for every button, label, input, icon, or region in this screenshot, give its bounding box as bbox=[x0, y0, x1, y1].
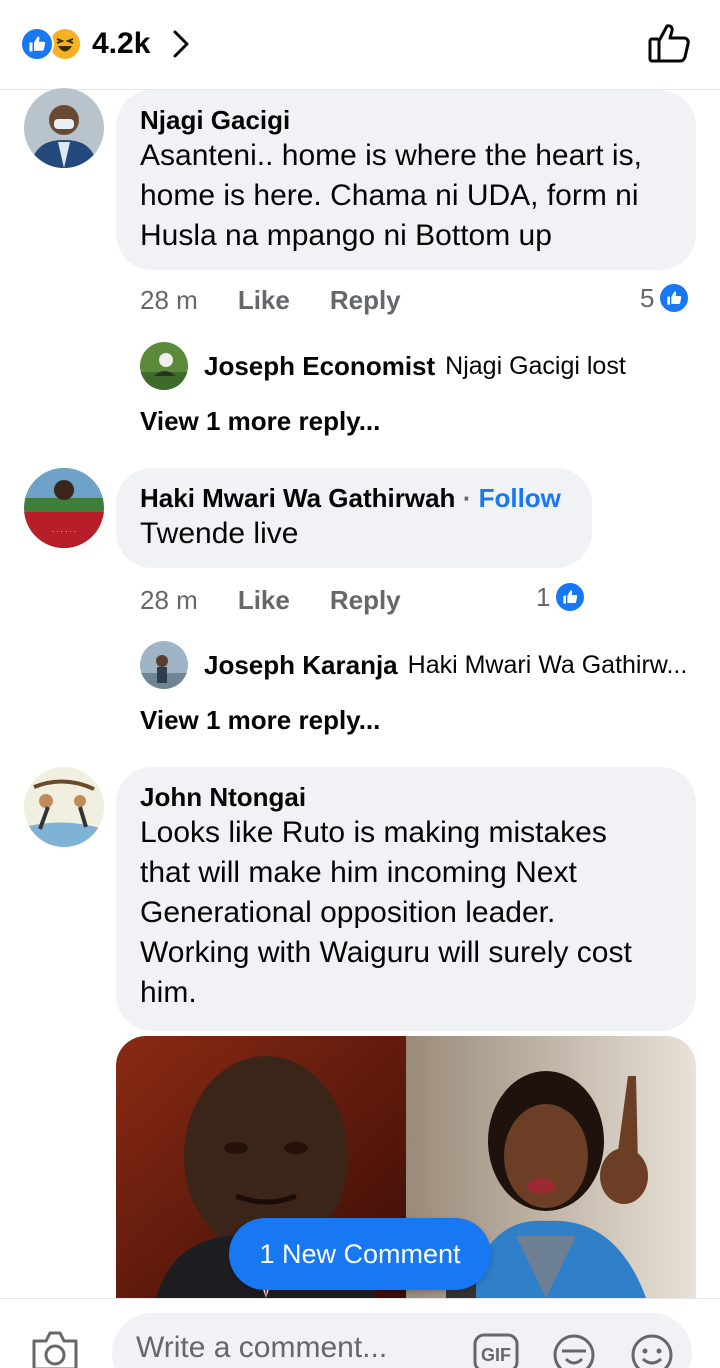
comment-text-line: home is here. Chama ni UDA, form ni bbox=[140, 179, 639, 212]
like-icon bbox=[658, 282, 691, 314]
reply-preview[interactable]: Joseph Karanja Haki Mwari Wa Gathirw... bbox=[140, 641, 687, 689]
reply-author: Joseph Economist bbox=[204, 350, 436, 381]
reply-preview[interactable]: Joseph Economist Njagi Gacigi lost bbox=[140, 342, 626, 390]
reactions-header: 4.2k bbox=[0, 0, 720, 90]
separator-dot: · bbox=[462, 483, 472, 513]
comment-text-line: Asanteni.. home is where the heart is, bbox=[140, 139, 642, 172]
like-icon bbox=[554, 581, 587, 613]
comment-time: 28 m bbox=[140, 284, 198, 315]
reaction-number: 1 bbox=[536, 581, 551, 612]
follow-button[interactable]: Follow bbox=[479, 483, 561, 513]
comment-author[interactable]: John Ntongai bbox=[140, 781, 672, 813]
reply-button[interactable]: Reply bbox=[330, 585, 401, 616]
comment-input-container[interactable]: GIF bbox=[112, 1313, 692, 1368]
view-more-replies[interactable]: View 1 more reply... bbox=[140, 406, 380, 437]
reaction-count[interactable]: 5 bbox=[640, 282, 691, 314]
reaction-count: 4.2k bbox=[92, 27, 151, 60]
comment-input[interactable] bbox=[136, 1331, 456, 1365]
avatar bbox=[140, 342, 188, 390]
emoji-icon[interactable] bbox=[628, 1331, 676, 1368]
comment-bubble[interactable]: Njagi Gacigi Asanteni.. home is where th… bbox=[116, 90, 696, 270]
comment-bubble[interactable]: Haki Mwari Wa Gathirwah · Follow Twende … bbox=[116, 468, 592, 568]
avatar[interactable]: · · · · · · bbox=[24, 468, 104, 548]
thumbs-up-outline-icon[interactable] bbox=[646, 20, 692, 66]
comment-text-line: that will make him incoming Next bbox=[140, 856, 577, 889]
comment-text-line: Looks like Ruto is making mistakes bbox=[140, 816, 607, 849]
comment-header: Haki Mwari Wa Gathirwah · Follow bbox=[140, 482, 568, 514]
view-more-replies[interactable]: View 1 more reply... bbox=[140, 705, 380, 736]
avatar bbox=[140, 641, 188, 689]
camera-icon[interactable] bbox=[30, 1329, 80, 1368]
comment-actions: 28 m Like Reply bbox=[140, 584, 441, 616]
reply-text: Njagi Gacigi lost bbox=[445, 351, 626, 380]
comment-composer: GIF bbox=[0, 1298, 720, 1368]
comment-author[interactable]: Njagi Gacigi bbox=[140, 104, 672, 136]
reply-button[interactable]: Reply bbox=[330, 285, 401, 316]
reply-author: Joseph Karanja bbox=[204, 649, 398, 680]
comment-text-line: him. bbox=[140, 976, 197, 1009]
comment-text-line: Generational opposition leader. bbox=[140, 896, 556, 929]
comment-text-line: Twende live bbox=[140, 517, 299, 550]
svg-text:GIF: GIF bbox=[481, 1345, 511, 1365]
chevron-right-icon bbox=[172, 29, 190, 59]
sticker-icon[interactable] bbox=[550, 1331, 598, 1368]
comment-time: 28 m bbox=[140, 584, 198, 615]
like-button[interactable]: Like bbox=[238, 285, 290, 316]
comment-actions: 28 m Like Reply bbox=[140, 284, 441, 316]
like-icon bbox=[20, 27, 54, 61]
reaction-number: 5 bbox=[640, 282, 655, 313]
reply-text: Haki Mwari Wa Gathirw... bbox=[407, 650, 688, 679]
avatar[interactable] bbox=[24, 767, 104, 847]
gif-icon[interactable]: GIF bbox=[472, 1331, 520, 1368]
new-comment-pill[interactable]: 1 New Comment bbox=[229, 1218, 491, 1290]
svg-text:· · · · · ·: · · · · · · bbox=[52, 528, 76, 536]
like-button[interactable]: Like bbox=[238, 585, 290, 616]
reaction-count[interactable]: 1 bbox=[536, 581, 587, 613]
reactions-summary[interactable]: 4.2k bbox=[20, 24, 190, 64]
comment-text-line: Working with Waiguru will surely cost bbox=[140, 936, 632, 969]
comment-text-line: Husla na mpango ni Bottom up bbox=[140, 219, 552, 252]
comment-bubble[interactable]: John Ntongai Looks like Ruto is making m… bbox=[116, 767, 696, 1031]
avatar[interactable] bbox=[24, 88, 104, 168]
comment-author[interactable]: Haki Mwari Wa Gathirwah bbox=[140, 483, 455, 513]
